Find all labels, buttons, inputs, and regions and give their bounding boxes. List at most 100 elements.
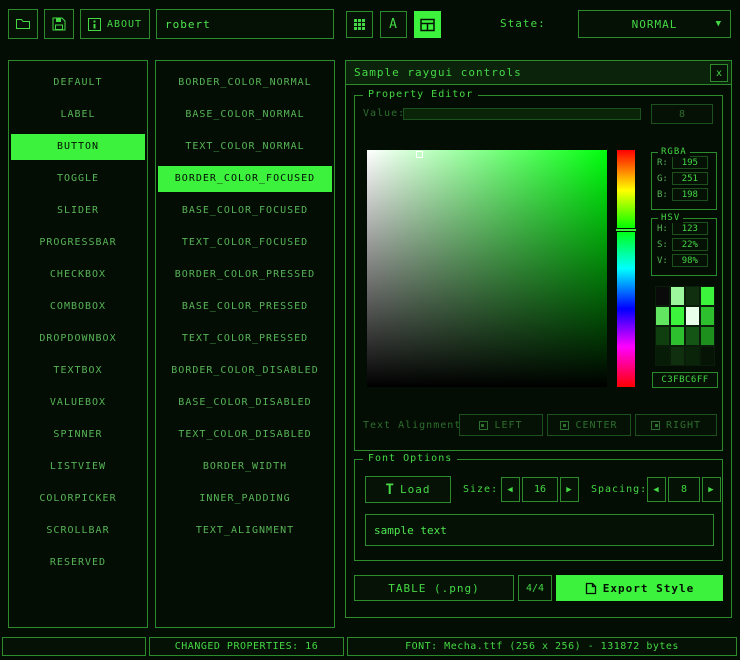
align-center-button[interactable]: CENTER [547,414,631,436]
palette-swatch[interactable] [670,306,685,326]
palette-swatch[interactable] [655,326,670,346]
style-color-palette [655,286,715,366]
hex-color-input[interactable]: C3FBC6FF [652,372,718,388]
property-item-base_color_focused[interactable]: BASE_COLOR_FOCUSED [156,195,334,227]
spacing-increase-button[interactable]: ▶ [702,477,721,502]
hue-cursor[interactable] [615,228,637,232]
property-item-base_color_pressed[interactable]: BASE_COLOR_PRESSED [156,291,334,323]
statusbar-font-info: FONT: Mecha.ttf (256 x 256) - 131872 byt… [347,637,737,656]
hsv-title: HSV [658,213,683,223]
export-style-button[interactable]: Export Style [556,575,723,601]
palette-swatch[interactable] [700,286,715,306]
about-button[interactable]: ABOUT [80,9,150,39]
g-value: 251 [672,172,708,185]
close-icon[interactable]: x [710,64,728,82]
spacing-decrease-button[interactable]: ◀ [647,477,666,502]
palette-swatch[interactable] [700,346,715,366]
folder-open-icon [15,16,31,32]
control-item-default[interactable]: DEFAULT [9,67,147,99]
control-item-colorpicker[interactable]: COLORPICKER [9,483,147,515]
align-center-icon [560,421,569,430]
property-item-text_color_disabled[interactable]: TEXT_COLOR_DISABLED [156,419,334,451]
property-item-base_color_normal[interactable]: BASE_COLOR_NORMAL [156,99,334,131]
palette-swatch[interactable] [655,286,670,306]
control-item-checkbox[interactable]: CHECKBOX [9,259,147,291]
spacing-value-box[interactable]: 8 [668,477,700,502]
property-item-border_color_pressed[interactable]: BORDER_COLOR_PRESSED [156,259,334,291]
control-item-textbox[interactable]: TEXTBOX [9,355,147,387]
control-item-dropdownbox[interactable]: DROPDOWNBOX [9,323,147,355]
control-item-label[interactable]: LABEL [9,99,147,131]
align-left-button[interactable]: LEFT [459,414,543,436]
size-decrease-button[interactable]: ◀ [501,477,520,502]
property-editor-group: Property Editor Value: 8 RGBA R:195 G:25… [354,95,723,451]
rgba-title: RGBA [658,147,690,157]
control-item-toggle[interactable]: TOGGLE [9,163,147,195]
hue-bar[interactable] [617,150,635,387]
palette-swatch[interactable] [685,346,700,366]
load-style-button[interactable] [8,9,38,39]
state-dropdown[interactable]: NORMAL ▼ [578,10,731,38]
property-item-text_color_pressed[interactable]: TEXT_COLOR_PRESSED [156,323,334,355]
save-style-button[interactable] [44,9,74,39]
control-item-reserved[interactable]: RESERVED [9,547,147,579]
value-box[interactable]: 8 [651,104,713,124]
align-right-icon [651,421,660,430]
palette-swatch[interactable] [685,326,700,346]
control-item-spinner[interactable]: SPINNER [9,419,147,451]
h-label: H: [657,224,668,234]
palette-swatch[interactable] [670,326,685,346]
property-item-text_color_normal[interactable]: TEXT_COLOR_NORMAL [156,131,334,163]
control-item-button[interactable]: BUTTON [11,134,145,160]
b-label: B: [657,190,668,200]
property-item-text_color_focused[interactable]: TEXT_COLOR_FOCUSED [156,227,334,259]
align-right-button[interactable]: RIGHT [635,414,717,436]
s-label: S: [657,240,668,250]
colorpicker-cursor[interactable] [416,151,423,158]
property-item-base_color_disabled[interactable]: BASE_COLOR_DISABLED [156,387,334,419]
colorpicker-area[interactable] [367,150,607,387]
export-format-dropdown[interactable]: TABLE (.png) [354,575,514,601]
load-font-button[interactable]: T Load [365,476,451,503]
value-slider[interactable] [403,108,641,120]
letter-a-icon: A [389,17,398,32]
size-value-box[interactable]: 16 [522,477,558,502]
control-item-progressbar[interactable]: PROGRESSBAR [9,227,147,259]
export-style-label: Export Style [603,582,694,595]
window-titlebar[interactable]: Sample raygui controls x [346,61,731,85]
spacing-label: Spacing: [591,484,647,495]
style-table-view-button[interactable] [414,11,441,38]
palette-swatch[interactable] [655,346,670,366]
property-item-border_color_focused[interactable]: BORDER_COLOR_FOCUSED [158,166,332,192]
palette-swatch[interactable] [685,306,700,326]
statusbar-left [2,637,146,656]
control-item-listview[interactable]: LISTVIEW [9,451,147,483]
style-name-input[interactable] [156,9,334,39]
info-icon [88,18,101,31]
control-item-combobox[interactable]: COMBOBOX [9,291,147,323]
palette-swatch[interactable] [670,346,685,366]
state-value: NORMAL [632,18,678,31]
control-item-slider[interactable]: SLIDER [9,195,147,227]
v-value: 98% [672,254,708,267]
property-item-border_color_disabled[interactable]: BORDER_COLOR_DISABLED [156,355,334,387]
palette-swatch[interactable] [685,286,700,306]
style-page-box[interactable]: 4/4 [518,575,552,601]
font-test-button[interactable]: A [380,11,407,38]
load-font-label: Load [400,483,431,496]
property-item-inner_padding[interactable]: INNER_PADDING [156,483,334,515]
palette-swatch[interactable] [700,326,715,346]
rguistyler-app: ABOUT A State: NORMAL ▼ DEFAULTLABELBUTT… [0,0,740,660]
grid-view-button[interactable] [346,11,373,38]
property-item-border_color_normal[interactable]: BORDER_COLOR_NORMAL [156,67,334,99]
align-center-label: CENTER [575,420,617,431]
sample-text-input[interactable]: sample text [365,514,714,546]
control-item-scrollbar[interactable]: SCROLLBAR [9,515,147,547]
palette-swatch[interactable] [670,286,685,306]
property-item-border_width[interactable]: BORDER_WIDTH [156,451,334,483]
control-item-valuebox[interactable]: VALUEBOX [9,387,147,419]
property-item-text_alignment[interactable]: TEXT_ALIGNMENT [156,515,334,547]
size-increase-button[interactable]: ▶ [560,477,579,502]
palette-swatch[interactable] [700,306,715,326]
palette-swatch[interactable] [655,306,670,326]
